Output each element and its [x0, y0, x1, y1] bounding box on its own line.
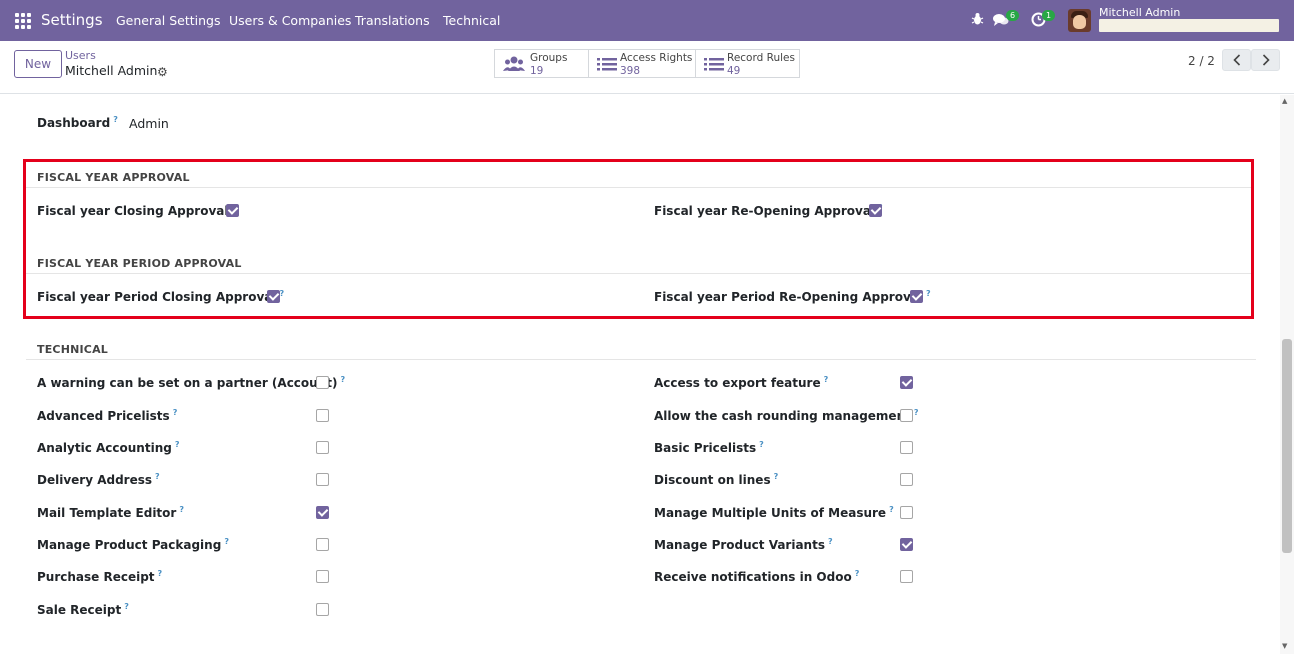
list-icon	[704, 58, 724, 71]
menu-general-settings[interactable]: General Settings	[116, 13, 221, 28]
pager-value[interactable]: 2 / 2	[1188, 54, 1215, 68]
tooltip-mark: ?	[340, 375, 346, 384]
apps-grid-icon[interactable]	[15, 13, 31, 29]
users-group-icon	[503, 56, 525, 71]
technical-left-checkbox[interactable]	[316, 376, 329, 389]
app-brand[interactable]: Settings	[41, 11, 103, 29]
tooltip-mark: ?	[854, 569, 860, 578]
technical-left-checkbox[interactable]	[316, 441, 329, 454]
technical-left-checkbox[interactable]	[316, 506, 329, 519]
dashboard-value[interactable]: Admin	[129, 116, 169, 131]
technical-left-checkbox[interactable]	[316, 473, 329, 486]
chevron-right-icon	[1262, 54, 1270, 66]
activity-badge: 1	[1042, 10, 1056, 21]
technical-left-checkbox[interactable]	[316, 603, 329, 616]
menu-translations[interactable]: Translations	[355, 13, 430, 28]
tooltip-mark: ?	[827, 537, 833, 546]
scroll-down-arrow-icon[interactable]: ▼	[1282, 642, 1287, 650]
separator	[26, 359, 1256, 360]
technical-left-label: Sale Receipt?	[37, 602, 129, 617]
dashboard-label: Dashboard?	[37, 115, 118, 130]
breadcrumb-parent[interactable]: Users	[65, 49, 96, 62]
technical-right-label: Access to export feature?	[654, 375, 829, 390]
technical-right-label: Manage Product Variants?	[654, 537, 833, 552]
technical-right-label: Basic Pricelists?	[654, 440, 764, 455]
technical-right-label: Discount on lines?	[654, 472, 779, 487]
highlight-box	[23, 159, 1254, 319]
menu-technical[interactable]: Technical	[443, 13, 500, 28]
chevron-left-icon	[1232, 54, 1240, 66]
scrollbar-thumb[interactable]	[1282, 339, 1292, 553]
tooltip-mark: ?	[155, 472, 160, 481]
tooltip-mark: ?	[889, 505, 894, 514]
chat-badge: 6	[1006, 10, 1020, 21]
technical-right-checkbox[interactable]	[900, 538, 913, 551]
technical-left-label: Manage Product Packaging?	[37, 537, 229, 552]
technical-right-checkbox[interactable]	[900, 409, 913, 422]
access-rights-label: Access Rights	[620, 52, 693, 64]
technical-right-checkbox[interactable]	[900, 473, 913, 486]
user-name[interactable]: Mitchell Admin	[1099, 6, 1180, 19]
technical-left-label: Analytic Accounting?	[37, 440, 180, 455]
tooltip-mark: ?	[224, 537, 229, 546]
technical-left-label: Advanced Pricelists?	[37, 408, 178, 423]
tooltip-mark: ?	[124, 602, 129, 611]
technical-left-checkbox[interactable]	[316, 570, 329, 583]
breadcrumb-current: Mitchell Admin	[65, 63, 158, 78]
technical-left-label: Mail Template Editor?	[37, 505, 184, 520]
debug-bug-icon[interactable]	[971, 12, 984, 26]
technical-right-checkbox[interactable]	[900, 570, 913, 583]
technical-right-checkbox[interactable]	[900, 441, 913, 454]
technical-title: TECHNICAL	[37, 343, 108, 356]
groups-label: Groups	[530, 52, 568, 64]
tooltip-mark: ?	[823, 375, 829, 384]
technical-left-label: Delivery Address?	[37, 472, 160, 487]
user-avatar[interactable]	[1068, 9, 1091, 32]
technical-left-label: Purchase Receipt?	[37, 569, 163, 584]
technical-right-label: Receive notifications in Odoo?	[654, 569, 860, 584]
tooltip-mark: ?	[113, 115, 118, 124]
technical-right-checkbox[interactable]	[900, 376, 913, 389]
tooltip-mark: ?	[174, 440, 180, 449]
tooltip-mark: ?	[773, 472, 779, 481]
tooltip-mark: ?	[157, 569, 163, 578]
menu-users-companies[interactable]: Users & Companies	[229, 13, 351, 28]
pager-next-button[interactable]	[1251, 49, 1280, 71]
access-rights-smart-button[interactable]: Access Rights 398	[588, 49, 696, 78]
database-name-bar	[1099, 19, 1279, 32]
control-panel: New Users Mitchell Admin ⚙ Groups 19 Acc…	[0, 41, 1294, 94]
record-rules-label: Record Rules	[727, 52, 795, 64]
tooltip-mark: ?	[759, 440, 764, 449]
tooltip-mark: ?	[913, 408, 919, 417]
technical-right-checkbox[interactable]	[900, 506, 913, 519]
record-rules-smart-button[interactable]: Record Rules 49	[695, 49, 800, 78]
top-navbar: Settings General Settings Users & Compan…	[0, 0, 1294, 41]
scroll-up-arrow-icon[interactable]: ▲	[1282, 97, 1287, 105]
technical-left-checkbox[interactable]	[316, 538, 329, 551]
gear-icon[interactable]: ⚙	[157, 65, 168, 79]
record-rules-count: 49	[727, 65, 741, 77]
technical-right-label: Manage Multiple Units of Measure?	[654, 505, 894, 520]
list-icon	[597, 58, 617, 71]
new-button[interactable]: New	[14, 50, 62, 78]
technical-left-checkbox[interactable]	[316, 409, 329, 422]
groups-count: 19	[530, 65, 544, 77]
technical-left-label: A warning can be set on a partner (Accou…	[37, 375, 346, 390]
groups-smart-button[interactable]: Groups 19	[494, 49, 589, 78]
access-rights-count: 398	[620, 65, 641, 77]
pager-previous-button[interactable]	[1222, 49, 1251, 71]
tooltip-mark: ?	[179, 505, 184, 514]
tooltip-mark: ?	[172, 408, 178, 417]
technical-right-label: Allow the cash rounding management?	[654, 408, 919, 423]
